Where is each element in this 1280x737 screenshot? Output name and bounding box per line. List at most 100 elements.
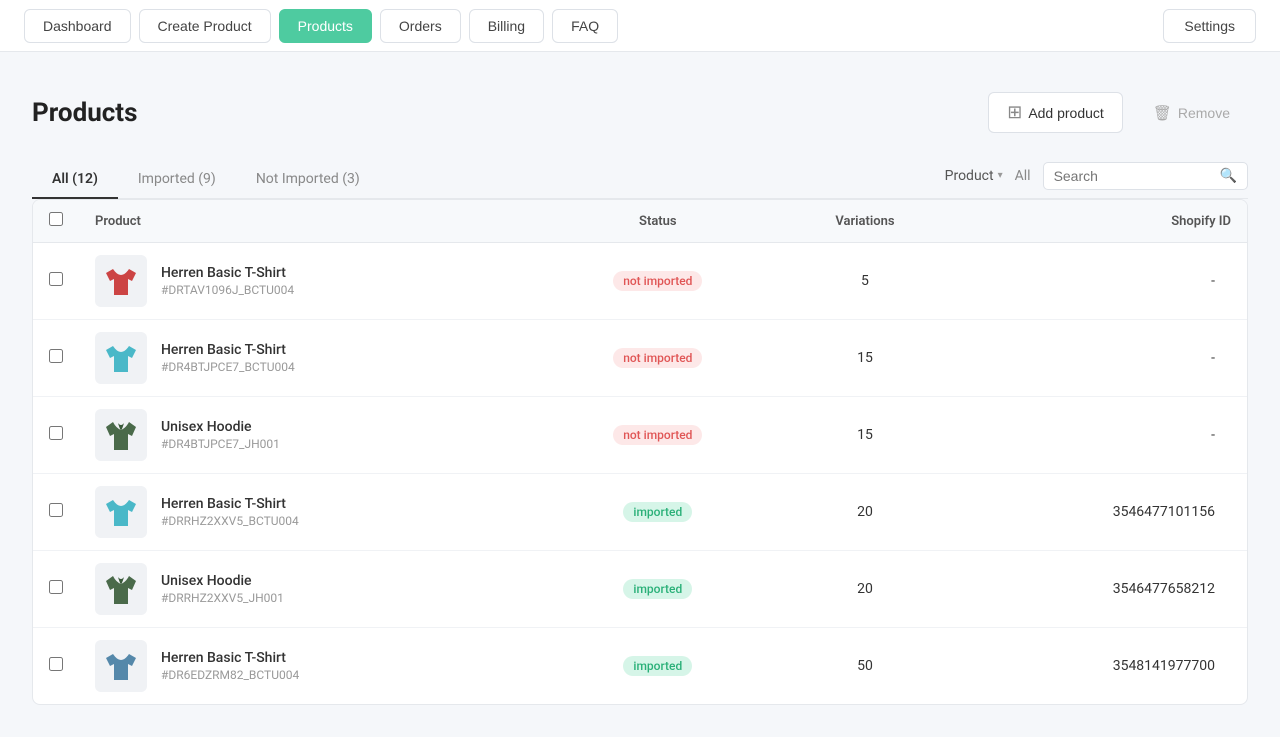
product-cell-1: Herren Basic T-Shirt #DR4BTJPCE7_BCTU004 [79,320,540,397]
variations-cell-2: 15 [776,397,954,474]
products-table: Product Status Variations Shopify ID Her… [33,200,1247,704]
tab-imported[interactable]: Imported (9) [118,161,236,199]
row-checkbox-1[interactable] [49,349,63,363]
add-product-button[interactable]: ⊞ Add product [988,92,1123,133]
row-checkbox-4[interactable] [49,580,63,594]
shopify-id-column-header: Shopify ID [954,200,1247,243]
product-filter-label: Product [945,168,994,184]
settings-button[interactable]: Settings [1163,9,1256,43]
table-row: Herren Basic T-Shirt #DRTAV1096J_BCTU004… [33,243,1247,320]
products-table-wrapper: Product Status Variations Shopify ID Her… [32,199,1248,705]
row-checkbox-cell [33,551,79,628]
variations-cell-3: 20 [776,474,954,551]
shopify-id-cell-4: 3546477658212 [954,551,1247,628]
all-filter-label: All [1015,168,1031,184]
variations-cell-1: 15 [776,320,954,397]
nav-dashboard[interactable]: Dashboard [24,9,131,43]
product-filter[interactable]: Product ▾ [945,168,1003,184]
product-thumbnail-5 [95,640,147,692]
variations-cell-4: 20 [776,551,954,628]
status-badge-5: imported [623,656,692,676]
status-badge-1: not imported [613,348,702,368]
row-checkbox-5[interactable] [49,657,63,671]
product-thumbnail-0 [95,255,147,307]
row-checkbox-cell [33,397,79,474]
tabs: All (12) Imported (9) Not Imported (3) [32,161,945,198]
row-checkbox-3[interactable] [49,503,63,517]
product-cell-0: Herren Basic T-Shirt #DRTAV1096J_BCTU004 [79,243,540,320]
remove-button[interactable]: 🗑 Remove [1135,95,1248,131]
product-info-0: Herren Basic T-Shirt #DRTAV1096J_BCTU004 [161,265,294,297]
table-row: Unisex Hoodie #DR4BTJPCE7_JH001 not impo… [33,397,1247,474]
variations-column-header: Variations [776,200,954,243]
remove-label: Remove [1178,105,1230,121]
nav-faq[interactable]: FAQ [552,9,618,43]
status-cell-5: imported [540,628,776,705]
row-checkbox-2[interactable] [49,426,63,440]
search-box: 🔍 [1043,162,1248,190]
product-info-4: Unisex Hoodie #DRRHZ2XXV5_JH001 [161,573,284,605]
nav-create-product[interactable]: Create Product [139,9,271,43]
product-sku-4: #DRRHZ2XXV5_JH001 [161,591,284,605]
status-cell-2: not imported [540,397,776,474]
plus-icon: ⊞ [1007,102,1022,123]
product-name-5: Herren Basic T-Shirt [161,650,299,666]
product-cell-3: Herren Basic T-Shirt #DRRHZ2XXV5_BCTU004 [79,474,540,551]
status-badge-2: not imported [613,425,702,445]
page-content: Products ⊞ Add product 🗑 Remove All (12)… [0,52,1280,737]
product-name-2: Unisex Hoodie [161,419,280,435]
table-row: Herren Basic T-Shirt #DR4BTJPCE7_BCTU004… [33,320,1247,397]
search-input[interactable] [1054,168,1214,184]
page-header: Products ⊞ Add product 🗑 Remove [32,92,1248,133]
product-info-2: Unisex Hoodie #DR4BTJPCE7_JH001 [161,419,280,451]
header-actions: ⊞ Add product 🗑 Remove [988,92,1248,133]
product-cell-2: Unisex Hoodie #DR4BTJPCE7_JH001 [79,397,540,474]
product-name-0: Herren Basic T-Shirt [161,265,294,281]
status-cell-3: imported [540,474,776,551]
row-checkbox-0[interactable] [49,272,63,286]
tabs-filter-row: All (12) Imported (9) Not Imported (3) P… [32,161,1248,199]
row-checkbox-cell [33,628,79,705]
top-navigation: Dashboard Create Product Products Orders… [0,0,1280,52]
table-header-row: Product Status Variations Shopify ID [33,200,1247,243]
shopify-id-cell-5: 3548141977700 [954,628,1247,705]
status-badge-0: not imported [613,271,702,291]
product-thumbnail-1 [95,332,147,384]
product-thumbnail-3 [95,486,147,538]
select-all-checkbox[interactable] [49,212,63,226]
product-sku-2: #DR4BTJPCE7_JH001 [161,437,280,451]
page-title: Products [32,98,137,128]
row-checkbox-cell [33,243,79,320]
table-row: Herren Basic T-Shirt #DR6EDZRM82_BCTU004… [33,628,1247,705]
product-sku-0: #DRTAV1096J_BCTU004 [161,283,294,297]
table-row: Unisex Hoodie #DRRHZ2XXV5_JH001 imported… [33,551,1247,628]
chevron-down-icon: ▾ [998,170,1003,181]
product-name-1: Herren Basic T-Shirt [161,342,295,358]
product-sku-5: #DR6EDZRM82_BCTU004 [161,668,299,682]
select-all-header [33,200,79,243]
variations-cell-5: 50 [776,628,954,705]
product-info-5: Herren Basic T-Shirt #DR6EDZRM82_BCTU004 [161,650,299,682]
search-icon: 🔍 [1220,168,1237,184]
tab-all[interactable]: All (12) [32,161,118,199]
shopify-id-cell-2: - [954,397,1247,474]
status-cell-0: not imported [540,243,776,320]
tab-not-imported[interactable]: Not Imported (3) [236,161,380,199]
product-thumbnail-2 [95,409,147,461]
status-cell-4: imported [540,551,776,628]
variations-cell-0: 5 [776,243,954,320]
nav-products[interactable]: Products [279,9,372,43]
status-cell-1: not imported [540,320,776,397]
product-info-1: Herren Basic T-Shirt #DR4BTJPCE7_BCTU004 [161,342,295,374]
nav-orders[interactable]: Orders [380,9,461,43]
product-column-header: Product [79,200,540,243]
nav-billing[interactable]: Billing [469,9,544,43]
trash-icon: 🗑 [1153,104,1172,122]
product-sku-1: #DR4BTJPCE7_BCTU004 [161,360,295,374]
add-product-label: Add product [1028,105,1104,121]
status-badge-4: imported [623,579,692,599]
shopify-id-cell-1: - [954,320,1247,397]
product-name-4: Unisex Hoodie [161,573,284,589]
shopify-id-cell-3: 3546477101156 [954,474,1247,551]
product-cell-4: Unisex Hoodie #DRRHZ2XXV5_JH001 [79,551,540,628]
